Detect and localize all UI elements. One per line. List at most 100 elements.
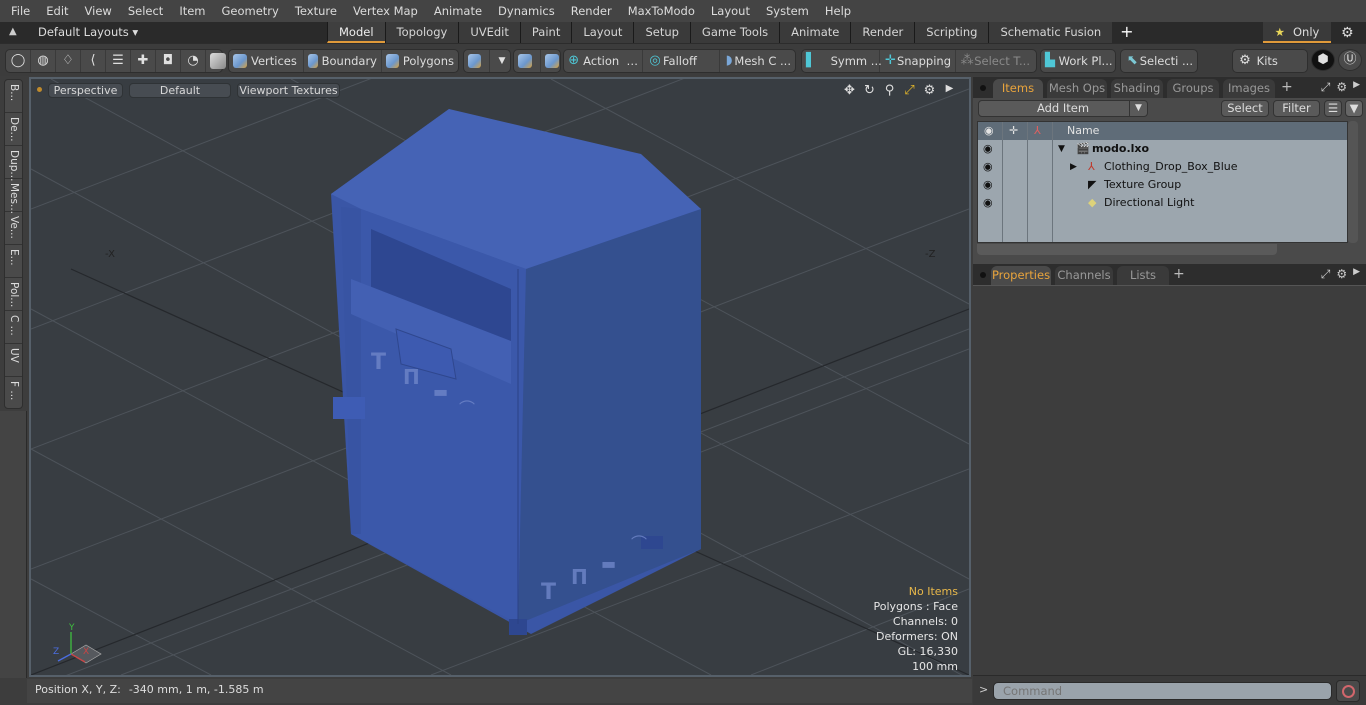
ring-button[interactable]: ☰ [106,50,131,72]
add-panel-tab-button[interactable]: + [1281,79,1293,95]
menu-texture[interactable]: Texture [287,0,345,22]
panel-menu-dot[interactable] [980,85,986,91]
left-tab-duplicate[interactable]: Dup... [5,146,22,181]
tab-topology[interactable]: Topology [384,22,459,43]
menu-view[interactable]: View [77,0,120,22]
tab-layout[interactable]: Layout [571,22,634,43]
move-view-icon[interactable]: ✥ [842,83,857,98]
left-tab-basic[interactable]: B... [5,80,22,113]
menu-item[interactable]: Item [171,0,213,22]
dial-button[interactable]: ◔ [181,50,206,72]
visibility-eye-icon[interactable]: ◉ [983,194,993,212]
tab-uvedit[interactable]: UVEdit [458,22,520,43]
material-dropdown[interactable]: ▼ [490,50,514,72]
action-button[interactable]: ⊕ Action … [564,50,643,72]
maximize-view-icon[interactable]: ⤢ [902,83,917,98]
selection-sets-button[interactable]: ⬉ Selecti ... [1121,50,1197,72]
menu-maxtomodo[interactable]: MaxToModo [620,0,703,22]
tab-render[interactable]: Render [850,22,915,43]
select-through-button[interactable]: ⁂ Select T... [956,50,1034,72]
record-macro-button[interactable] [1336,680,1360,702]
menu-geometry[interactable]: Geometry [214,0,287,22]
tree-row[interactable]: ◉ ▶ ⅄ Clothing_Drop_Box_Blue [978,158,1347,176]
left-tab-vertex[interactable]: Ve... [5,212,22,245]
expand-arrow-icon[interactable]: ▼ [1058,140,1065,158]
falloff-button[interactable]: ◎ Falloff [643,50,720,72]
panel-arrow-icon[interactable]: ▶ [1353,267,1360,282]
tree-row[interactable]: ◉ ▼ 🎬 modo.lxo [978,140,1347,158]
filter-button[interactable]: Filter [1273,100,1320,117]
shading-style-button[interactable]: Default [129,83,231,98]
add-tab-button[interactable]: + [1112,22,1141,43]
menu-vertex-map[interactable]: Vertex Map [345,0,426,22]
viewport-menu-dot[interactable] [37,87,42,92]
left-tab-mesh-edit[interactable]: Mes... [5,179,22,214]
center-button[interactable] [514,50,541,72]
menu-render[interactable]: Render [563,0,620,22]
pen-button[interactable]: ♢ [56,50,81,72]
expand-right-icon[interactable]: ▶ [942,83,957,98]
panel-arrow-icon[interactable]: ▶ [1353,80,1360,95]
sphere-button[interactable]: ◍ [31,50,56,72]
tree-row[interactable]: ◉ ◆ Directional Light [978,194,1347,212]
tab-channels[interactable]: Channels [1055,266,1113,285]
visibility-eye-icon[interactable]: ◉ [983,140,993,158]
vertices-button[interactable]: Vertices [229,50,304,72]
polygons-button[interactable]: Polygons [382,50,458,72]
expand-panel-icon[interactable]: ⤢ [1321,267,1331,282]
tab-shading[interactable]: Shading [1111,79,1163,98]
only-toggle[interactable]: ★ Only [1263,22,1331,43]
add-item-button[interactable]: Add Item ▼ [978,100,1148,117]
panel-menu-dot[interactable] [980,272,986,278]
symmetry-button[interactable]: ▌ Symm ... [802,50,882,72]
path-button[interactable]: ⟨ [81,50,106,72]
tab-properties[interactable]: Properties [991,266,1051,285]
filter-funnel-button[interactable]: ▼ [1345,100,1363,117]
menu-select[interactable]: Select [120,0,171,22]
viewport-textures-button[interactable]: Viewport Textures [237,83,340,98]
menu-animate[interactable]: Animate [426,0,490,22]
add-panel-tab-button[interactable]: + [1173,266,1185,282]
left-tab-polygon[interactable]: Pol... [5,278,22,311]
panel-gear-icon[interactable]: ⚙ [1336,267,1347,282]
expand-panel-icon[interactable]: ⤢ [1321,80,1331,95]
rotate-view-icon[interactable]: ↻ [862,83,877,98]
collapse-up-icon[interactable]: ▲ [9,26,21,38]
visibility-eye-icon[interactable]: ◉ [983,176,993,194]
left-tab-deform[interactable]: De... [5,113,22,146]
default-layouts-dropdown[interactable]: Default Layouts ▾ [38,25,138,39]
tab-model[interactable]: Model [327,22,385,43]
tab-images[interactable]: Images [1223,79,1275,98]
gear-icon[interactable]: ⚙ [1341,25,1354,41]
menu-file[interactable]: File [0,0,38,22]
left-tab-edge[interactable]: E... [5,245,22,278]
menu-help[interactable]: Help [817,0,859,22]
left-tab-uv[interactable]: UV [5,344,22,377]
tab-scripting[interactable]: Scripting [914,22,989,43]
circle-select-button[interactable]: ◯ [6,50,31,72]
clothing-drop-box-model[interactable]: T П ▬ ⌒ T П ▬ ⌒ [331,109,701,635]
left-tab-fusion[interactable]: F ... [5,377,22,410]
square-circle-button[interactable]: ◘ [156,50,181,72]
name-column-header[interactable]: Name [1067,122,1099,139]
caret-down-icon[interactable]: ▼ [1129,101,1147,116]
left-tab-curve[interactable]: C ... [5,311,22,344]
tab-game-tools[interactable]: Game Tools [689,22,780,43]
expand-arrow-icon[interactable]: ▶ [1070,158,1077,176]
menu-system[interactable]: System [758,0,817,22]
perspective-view-button[interactable]: Perspective [48,83,123,98]
work-plane-button[interactable]: ▙ Work Pl... [1041,50,1115,72]
tab-mesh-ops[interactable]: Mesh Ops [1047,79,1107,98]
boundary-button[interactable]: Boundary [304,50,382,72]
cross-button[interactable]: ✚ [131,50,156,72]
menu-layout[interactable]: Layout [703,0,758,22]
unreal-button[interactable]: Ⓤ [1338,49,1362,71]
zoom-view-icon[interactable]: ⚲ [882,83,897,98]
tab-items[interactable]: Items [993,79,1043,98]
mesh-constraint-button[interactable]: ◗ Mesh C ... [720,50,795,72]
tree-horizontal-scrollbar[interactable] [977,244,1277,255]
visibility-eye-icon[interactable]: ◉ [983,158,993,176]
tab-groups[interactable]: Groups [1167,79,1219,98]
snapping-button[interactable]: ✛ Snapping [880,50,956,72]
tab-lists[interactable]: Lists [1117,266,1169,285]
